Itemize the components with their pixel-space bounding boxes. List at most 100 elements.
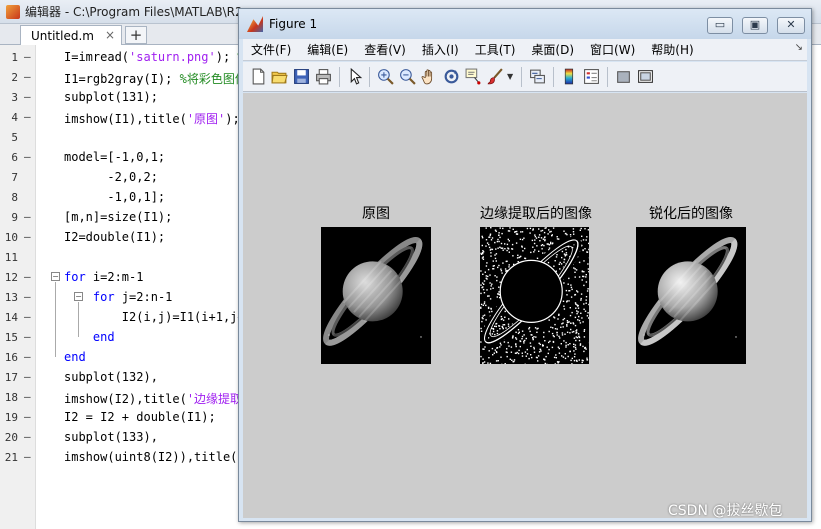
code-text: I2(i,j)=I1(i+1,j+: [64, 310, 245, 324]
subplot-title-original: 原图: [362, 206, 390, 222]
figure-titlebar[interactable]: Figure 1 ▭ ▣ ✕: [239, 9, 811, 39]
new-tab-button[interactable]: +: [125, 26, 147, 44]
pan-hand-icon[interactable]: [421, 68, 438, 85]
line-number: 13: [4, 291, 18, 304]
code-text: model=[-1,0,1;: [64, 150, 166, 164]
line-number: 2: [11, 71, 18, 84]
line-number: 16: [4, 351, 18, 364]
line-number: 7: [11, 171, 18, 184]
toolbar-separator: [339, 67, 340, 87]
code-text: imshow(I2),title('边缘提取: [64, 392, 243, 406]
saturn-sharpened-image: [638, 236, 738, 346]
line-number: 1: [11, 51, 18, 64]
breakpoint-marker[interactable]: –: [24, 50, 31, 63]
toolbar-separator: [521, 67, 522, 87]
matlab-editor-icon: [6, 4, 20, 19]
breakpoint-marker[interactable]: –: [24, 430, 31, 443]
zoom-out-icon[interactable]: [399, 68, 416, 85]
tab-untitled-m[interactable]: Untitled.m ×: [20, 25, 122, 45]
line-number: 4: [11, 111, 18, 124]
breakpoint-marker[interactable]: –: [24, 70, 31, 83]
code-text: imshow(uint8(I2)),title(': [64, 450, 245, 464]
zoom-in-icon[interactable]: [377, 68, 394, 85]
line-number: 18: [4, 391, 18, 404]
line-number: 15: [4, 331, 18, 344]
breakpoint-marker[interactable]: –: [24, 290, 31, 303]
brush-icon[interactable]: [487, 68, 504, 85]
breakpoint-marker[interactable]: –: [24, 150, 31, 163]
line-number: 17: [4, 371, 18, 384]
show-plot-tools-icon[interactable]: [637, 68, 654, 85]
subplot-edges-image[interactable]: [480, 227, 589, 364]
line-number: 14: [4, 311, 18, 324]
close-tab-icon[interactable]: ×: [105, 28, 115, 42]
menu-tools[interactable]: 工具(T): [467, 41, 524, 58]
fold-guide: [78, 302, 79, 337]
rotate-3d-icon[interactable]: [443, 68, 460, 85]
open-file-icon[interactable]: [271, 68, 288, 85]
menu-insert[interactable]: 插入(I): [414, 41, 467, 58]
breakpoint-marker[interactable]: –: [24, 90, 31, 103]
line-number: 10: [4, 231, 18, 244]
menu-window[interactable]: 窗口(W): [582, 41, 643, 58]
save-icon[interactable]: [293, 68, 310, 85]
legend-icon[interactable]: [583, 68, 600, 85]
figure-menubar: 文件(F) 编辑(E) 查看(V) 插入(I) 工具(T) 桌面(D) 窗口(W…: [243, 39, 807, 61]
figure-window[interactable]: Figure 1 ▭ ▣ ✕ 文件(F) 编辑(E) 查看(V) 插入(I) 工…: [238, 8, 812, 522]
line-number: 3: [11, 91, 18, 104]
figure-canvas[interactable]: 原图 边缘提取后的图像 锐化后的图像: [243, 93, 807, 518]
menu-file[interactable]: 文件(F): [243, 41, 299, 58]
dock-arrow-icon[interactable]: ↘: [795, 42, 803, 53]
code-text: subplot(131);: [64, 90, 158, 104]
code-text: end: [92, 330, 115, 344]
breakpoint-marker[interactable]: –: [24, 410, 31, 423]
menu-view[interactable]: 查看(V): [356, 41, 414, 58]
line-number: 19: [4, 411, 18, 424]
saturn-original-image: [323, 236, 423, 346]
breakpoint-marker[interactable]: –: [24, 310, 31, 323]
code-text: subplot(132),: [64, 370, 158, 384]
breakpoint-marker[interactable]: –: [24, 110, 31, 123]
subplot-sharpened-image[interactable]: [636, 227, 746, 364]
new-figure-icon[interactable]: [250, 68, 267, 85]
line-number: 21: [4, 451, 18, 464]
breakpoint-marker[interactable]: –: [24, 370, 31, 383]
saturn-edges-image: [480, 227, 589, 364]
subplot-original-image[interactable]: [321, 227, 431, 364]
csdn-watermark: CSDN @拔丝歇包: [668, 503, 783, 519]
hide-plot-tools-icon[interactable]: [615, 68, 632, 85]
breakpoint-marker[interactable]: –: [24, 450, 31, 463]
code-text: imshow(I1),title('原图');: [64, 112, 240, 126]
select-pointer-icon[interactable]: [347, 68, 364, 85]
breakpoint-marker[interactable]: –: [24, 230, 31, 243]
line-number: 6: [11, 151, 18, 164]
minimize-button[interactable]: ▭: [707, 17, 733, 34]
code-text: I1=rgb2gray(I); %将彩色图像: [64, 72, 247, 86]
editor-title: 编辑器 - C:\Program Files\MATLAB\R2: [25, 5, 243, 19]
breakpoint-marker[interactable]: –: [24, 390, 31, 403]
menu-desktop[interactable]: 桌面(D): [523, 41, 582, 58]
line-number: 9: [11, 211, 18, 224]
colorbar-icon[interactable]: [561, 68, 578, 85]
print-icon[interactable]: [315, 68, 332, 85]
breakpoint-marker[interactable]: –: [24, 270, 31, 283]
line-number: 8: [11, 191, 18, 204]
fold-toggle-icon[interactable]: −: [51, 272, 60, 281]
code-text: for i=2:m-1: [64, 270, 144, 284]
breakpoint-marker[interactable]: –: [24, 350, 31, 363]
data-cursor-icon[interactable]: [465, 68, 482, 85]
code-text: -2,0,2;: [64, 170, 158, 184]
code-text: -1,0,1];: [64, 190, 166, 204]
link-plot-icon[interactable]: [529, 68, 546, 85]
maximize-button[interactable]: ▣: [742, 17, 768, 34]
breakpoint-marker[interactable]: –: [24, 210, 31, 223]
breakpoint-marker[interactable]: –: [24, 330, 31, 343]
fold-toggle-icon[interactable]: −: [74, 292, 83, 301]
figure-title: Figure 1: [269, 17, 318, 31]
brush-dropdown-icon[interactable]: ▼: [507, 72, 513, 81]
menu-edit[interactable]: 编辑(E): [299, 41, 356, 58]
menu-help[interactable]: 帮助(H): [643, 41, 701, 58]
subplot-title-edges: 边缘提取后的图像: [480, 206, 592, 222]
figure-toolbar: ▼: [243, 62, 807, 92]
close-button[interactable]: ✕: [777, 17, 805, 34]
